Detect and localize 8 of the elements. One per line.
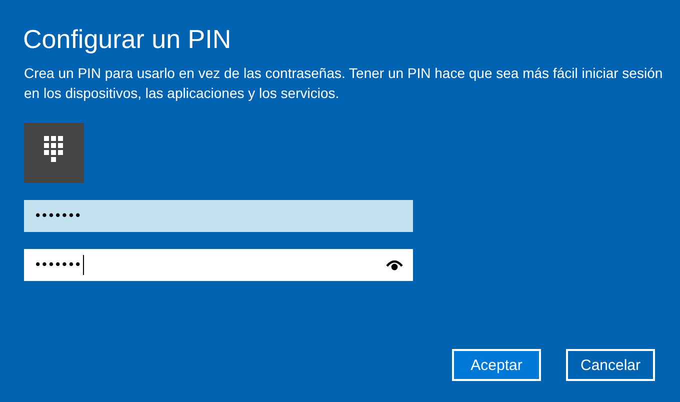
dialog-description: Crea un PIN para usarlo en vez de las contraseñas. Tener un PIN hace que sea más fácil iniciar sesión en los dispositivos, las aplicaciones y los servicios. [24,64,664,103]
keypad-icon [24,123,84,183]
reveal-eye-icon[interactable] [386,259,403,271]
pin-field[interactable]: ••••••• [24,249,413,281]
pin-field[interactable]: ••••••• [24,200,413,232]
accept-button[interactable]: Aceptar [452,349,541,381]
dialog-title: Configurar un PIN [23,23,232,56]
cancel-button[interactable]: Cancelar [566,349,655,381]
